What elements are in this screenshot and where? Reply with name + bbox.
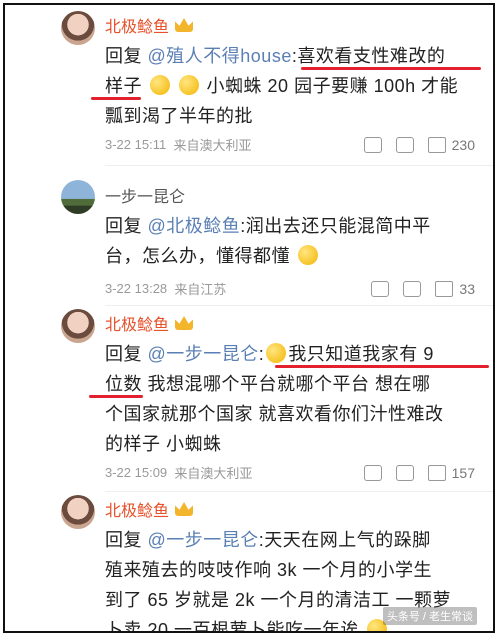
avatar[interactable] [61, 495, 95, 529]
like-count: 230 [451, 136, 475, 153]
smile-emoji-icon [179, 75, 200, 95]
comment-icon[interactable] [395, 136, 414, 153]
comment-screenshot-frame: 北极鲶鱼 回复 @殖人不得house:喜欢看支性难改的 样子 小蜘蛛 20 园子… [3, 3, 495, 633]
red-underline [275, 365, 489, 368]
red-underline [91, 97, 141, 100]
like-icon[interactable] [435, 280, 454, 297]
red-underline [301, 67, 481, 70]
mention-link[interactable]: @北极鲶鱼 [148, 216, 241, 236]
avatar[interactable] [61, 309, 95, 343]
share-icon[interactable] [363, 464, 382, 481]
share-icon[interactable] [371, 280, 390, 297]
like-count: 157 [451, 464, 475, 481]
username[interactable]: 北极鲶鱼 [105, 13, 194, 37]
comment-icon[interactable] [395, 464, 414, 481]
comment-text: 回复 @殖人不得house:喜欢看支性难改的 样子 小蜘蛛 20 园子要赚 10… [105, 46, 459, 126]
share-icon[interactable] [363, 136, 382, 153]
comment-meta: 3-22 13:28 来自江苏 33 [105, 280, 475, 297]
username[interactable]: 北极鲶鱼 [105, 497, 194, 521]
crown-badge-icon [175, 316, 194, 330]
smile-emoji-icon [149, 75, 170, 95]
crown-badge-icon [175, 502, 194, 516]
thinking-emoji-icon [266, 343, 287, 363]
mention-link[interactable]: @殖人不得house [148, 46, 292, 66]
watermark: 头条号 / 老生常谈 [382, 607, 477, 625]
avatar[interactable] [61, 180, 95, 214]
comment-icon[interactable] [403, 280, 422, 297]
like-count: 33 [459, 280, 475, 297]
like-icon[interactable] [427, 136, 446, 153]
divider [105, 305, 493, 306]
comment-meta: 3-22 15:09 来自澳大利亚 157 [105, 464, 475, 481]
comment-text: 回复 @北极鲶鱼:润出去还只能混简中平 台，怎么办，懂得都懂 [105, 216, 431, 266]
divider [105, 491, 493, 492]
username[interactable]: 北极鲶鱼 [105, 311, 194, 335]
crown-badge-icon [175, 18, 194, 32]
red-underline [89, 395, 143, 398]
divider [105, 165, 493, 166]
avatar[interactable] [61, 11, 95, 45]
mention-link[interactable]: @一步一昆仑 [148, 530, 259, 550]
thinking-emoji-icon [297, 245, 318, 265]
like-icon[interactable] [427, 464, 446, 481]
comment-text: 回复 @一步一昆仑: 我只知道我家有 9 位数 我想混哪个平台就哪个平台 想在哪 … [105, 343, 444, 454]
comment-meta: 3-22 15:11 来自澳大利亚 230 [105, 136, 475, 153]
username[interactable]: 一步一昆仑 [105, 183, 185, 207]
mention-link[interactable]: @一步一昆仑 [148, 344, 259, 364]
